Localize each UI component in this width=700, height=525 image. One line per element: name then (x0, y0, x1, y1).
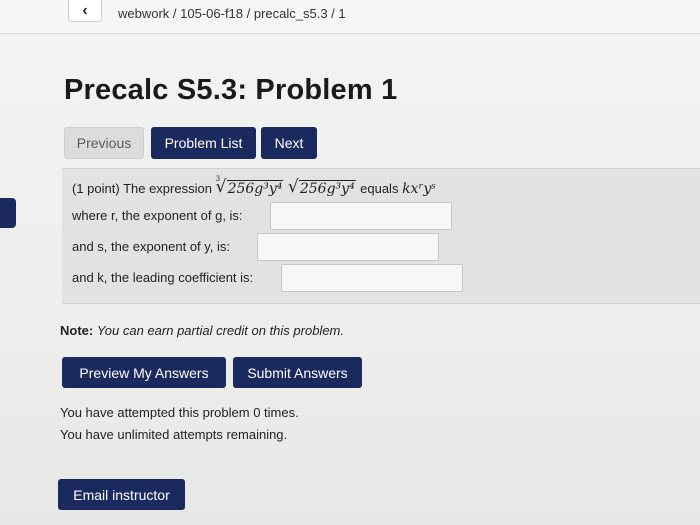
chevron-left-icon: ‹ (82, 1, 88, 19)
radicand-1: 256g³y⁴ (226, 180, 284, 197)
note-label: Note: (60, 323, 94, 338)
next-button[interactable]: Next (261, 127, 317, 159)
expression: 3 √ 256g³y⁴ √ 256g³y⁴ (216, 175, 361, 197)
radicand-2: 256g³y⁴ (298, 180, 356, 197)
attempts-remaining: You have unlimited attempts remaining. (60, 427, 288, 442)
side-tab-handle[interactable] (0, 198, 16, 228)
problem-intro: (1 point) The expression (72, 181, 212, 196)
radical-sign-icon: √ (287, 177, 299, 197)
page-title: Precalc S5.3: Problem 1 (64, 74, 398, 106)
submit-answers-button[interactable]: Submit Answers (233, 357, 362, 388)
question-s: and s, the exponent of y, is: (72, 239, 231, 254)
problem-list-button[interactable]: Problem List (151, 127, 256, 159)
problem-statement: (1 point) The expression 3 √ 256g³y⁴ √ 2… (72, 175, 436, 197)
equals-text: equals (360, 181, 399, 196)
cube-root: 3 √ 256g³y⁴ (216, 175, 284, 197)
result-expression: kxʳyˢ (402, 181, 436, 197)
note-text: You can earn partial credit on this prob… (96, 323, 344, 338)
email-instructor-button[interactable]: Email instructor (58, 479, 185, 510)
breadcrumb[interactable]: webwork / 105-06-f18 / precalc_s5.3 / 1 (118, 6, 346, 21)
question-k: and k, the leading coefficient is: (72, 270, 254, 285)
preview-answers-button[interactable]: Preview My Answers (62, 357, 226, 388)
previous-button[interactable]: Previous (64, 127, 144, 159)
partial-credit-note: Note: You can earn partial credit on thi… (60, 323, 344, 338)
back-button[interactable]: ‹ (68, 0, 102, 22)
answer-k-input[interactable] (281, 264, 463, 292)
answer-r-input[interactable] (270, 202, 452, 230)
answer-s-input[interactable] (257, 233, 439, 261)
attempts-count: You have attempted this problem 0 times. (60, 405, 299, 420)
square-root: √ 256g³y⁴ (288, 177, 356, 197)
radical-sign-icon: √ (215, 177, 227, 197)
problem-body: (1 point) The expression 3 √ 256g³y⁴ √ 2… (62, 168, 700, 304)
question-r: where r, the exponent of g, is: (72, 208, 243, 223)
top-bar: ‹ webwork / 105-06-f18 / precalc_s5.3 / … (0, 0, 700, 34)
